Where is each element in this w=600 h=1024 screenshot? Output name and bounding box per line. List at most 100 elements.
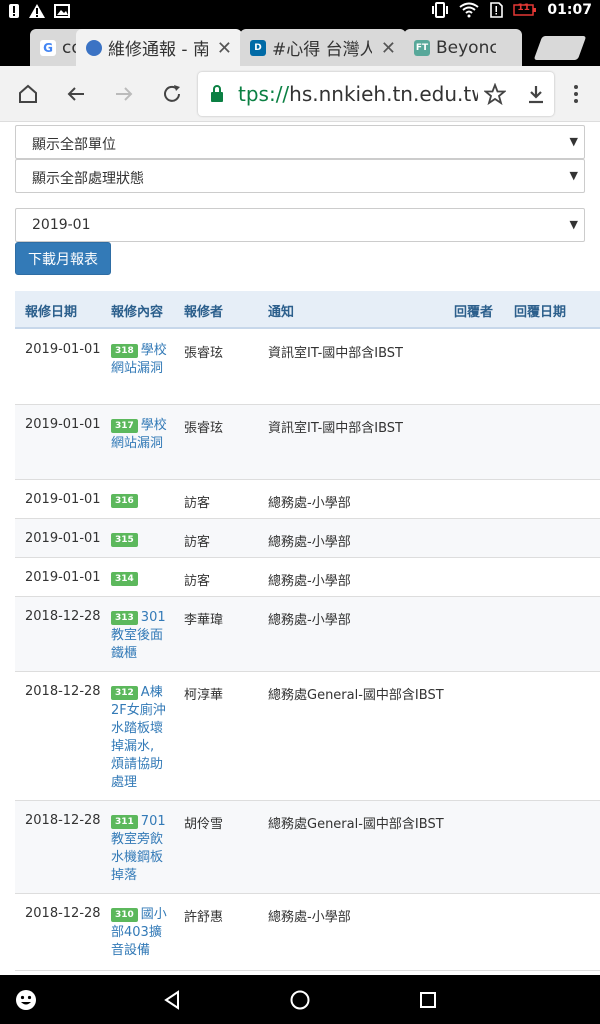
recents-nav-button[interactable]: [414, 987, 442, 1013]
cell-content-link[interactable]: 315: [111, 531, 169, 549]
clock: 01:07: [547, 2, 592, 18]
cell-notify: 總務處-小學部: [268, 574, 351, 589]
ticket-number-badge: 315: [111, 532, 138, 547]
header-content: 報修內容: [111, 305, 164, 320]
cell-reporter: 張睿玹: [184, 421, 224, 436]
cell-content-link[interactable]: 310 國小部403擴音設備: [111, 906, 169, 960]
cell-notify: 總務處General-國中部含IBST: [268, 688, 444, 703]
tab-repair-report[interactable]: 維修通報 - 南 ✕: [76, 29, 242, 66]
unit-filter-select[interactable]: 顯示全部單位 ▼: [15, 125, 585, 159]
cell-content-link[interactable]: 313 301教室後面鐵櫃: [111, 609, 169, 663]
cell-notify: 總務處-小學部: [268, 613, 351, 628]
home-button[interactable]: [14, 80, 42, 108]
url-host: hs.nnkieh.tn.edu.tw: [289, 82, 478, 106]
cell-notify: 總務處-小學部: [268, 910, 351, 925]
image-icon: [54, 3, 70, 19]
back-triangle-icon: [164, 990, 179, 1010]
vibrate-icon: [431, 2, 449, 18]
table-row: 2018-12-28 310 國小部403擴音設備 許舒惠 總務處-小學部: [15, 894, 600, 971]
cell-content-link[interactable]: 317 學校網站漏洞: [111, 417, 169, 453]
warning-icon: [28, 3, 46, 19]
download-page-button[interactable]: [522, 80, 550, 108]
tab-ft[interactable]: FT Beyonc: [404, 29, 522, 66]
back-arrow-icon: [67, 87, 84, 101]
ticket-number-badge: 318: [111, 343, 138, 358]
tab-title: Beyonc: [436, 37, 496, 58]
header-reply-date: 回覆日期: [514, 305, 567, 320]
forward-arrow-icon: [116, 87, 133, 101]
reload-icon: [164, 85, 180, 102]
battery-level: 11: [517, 3, 530, 13]
header-reporter: 報修者: [184, 305, 224, 320]
reload-button[interactable]: [158, 80, 186, 108]
content-text: A棟2F女廁沖水踏板壞掉漏水, 煩請協助處理: [111, 685, 166, 790]
system-nav-bar: [0, 975, 600, 1024]
close-tab-icon[interactable]: ✕: [381, 38, 396, 59]
google-icon: G: [40, 39, 56, 56]
forward-button[interactable]: [110, 80, 138, 108]
back-nav-button[interactable]: [158, 987, 186, 1013]
header-notify: 通知: [268, 305, 295, 320]
table-row: 2019-01-01 316 訪客 總務處-小學部: [15, 480, 600, 519]
recents-square-icon: [420, 992, 436, 1008]
address-bar[interactable]: tps://hs.nnkieh.tn.edu.tw: [198, 72, 554, 116]
cell-date: 2019-01-01: [25, 531, 101, 546]
tab-strip: G co 維修通報 - 南 ✕ D #心得 台灣人 ✕ FT Beyonc: [0, 24, 600, 66]
cell-reporter: 訪客: [184, 496, 211, 511]
cell-content-link[interactable]: 312 A棟2F女廁沖水踏板壞掉漏水, 煩請協助處理: [111, 684, 169, 792]
select-value: 顯示全部處理狀態: [32, 171, 144, 187]
cell-reporter: 胡伶雪: [184, 817, 224, 832]
tab-title: #心得 台灣人: [272, 40, 372, 60]
tab-dcard[interactable]: D #心得 台灣人 ✕: [240, 29, 406, 66]
bookmark-star-icon[interactable]: [484, 83, 506, 105]
dcard-icon: D: [250, 39, 266, 56]
cell-reporter: 柯淳華: [184, 688, 224, 703]
ticket-number-badge: 313: [111, 610, 138, 625]
cell-content-link[interactable]: 316: [111, 492, 169, 510]
new-tab-button[interactable]: [533, 36, 587, 60]
ticket-number-badge: 314: [111, 571, 138, 586]
lock-icon: [210, 85, 224, 103]
cell-reporter: 李華瑋: [184, 613, 224, 628]
status-filter-select[interactable]: 顯示全部處理狀態 ▼: [15, 159, 585, 193]
home-nav-button[interactable]: [286, 987, 314, 1013]
cell-content-link[interactable]: 314: [111, 570, 169, 588]
browser-toolbar: tps://hs.nnkieh.tn.edu.tw: [0, 66, 600, 122]
cell-reporter: 許舒惠: [184, 910, 224, 925]
cell-date: 2018-12-28: [25, 906, 101, 921]
tab-title: 維修通報 - 南: [108, 40, 208, 60]
url-scheme: tps://: [238, 82, 290, 106]
cell-notify: 總務處-小學部: [268, 535, 351, 550]
wifi-icon: [459, 2, 480, 18]
cell-date: 2019-01-01: [25, 342, 101, 357]
menu-button[interactable]: [562, 80, 590, 108]
cell-date: 2019-01-01: [25, 570, 101, 585]
assistant-button[interactable]: [12, 987, 40, 1013]
table-row: 2018-12-28 311 701教室旁飲水機鋼板掉落 胡伶雪 總務處General-…: [15, 801, 600, 894]
table-row: 2018-12-28 312 A棟2F女廁沖水踏板壞掉漏水, 煩請協助處理 柯淳華 總務…: [15, 672, 600, 801]
home-circle-icon: [290, 990, 310, 1010]
smiley-icon: [16, 990, 36, 1010]
download-monthly-report-button[interactable]: 下載月報表: [15, 242, 111, 275]
header-replier: 回覆者: [454, 305, 494, 320]
alert-notification-icon: [8, 3, 20, 19]
table-header: 報修日期 報修內容 報修者 通知 回覆者 回覆日期: [15, 291, 600, 329]
table-row: 2019-01-01 317 學校網站漏洞 張睿玹 資訊室IT-國中部含IBST: [15, 405, 600, 480]
page-content: 顯示全部單位 ▼ 顯示全部處理狀態 ▼ 2019-01 ▼ 下載月報表 報修日期…: [0, 123, 600, 975]
header-date: 報修日期: [25, 305, 78, 320]
more-vert-icon: [574, 85, 578, 103]
table-row: 2019-01-01 314 訪客 總務處-小學部: [15, 558, 600, 597]
cell-date: 2018-12-28: [25, 813, 101, 828]
cell-content-link[interactable]: 311 701教室旁飲水機鋼板掉落: [111, 813, 169, 885]
back-button[interactable]: [62, 80, 90, 108]
table-row: 2018-12-28 313 301教室後面鐵櫃 李華瑋 總務處-小學部: [15, 597, 600, 672]
select-value: 顯示全部單位: [32, 137, 116, 153]
cell-content-link[interactable]: 318 學校網站漏洞: [111, 342, 169, 378]
cell-date: 2019-01-01: [25, 492, 101, 507]
close-tab-icon[interactable]: ✕: [217, 38, 232, 59]
globe-icon: [86, 39, 102, 56]
cell-notify: 資訊室IT-國中部含IBST: [268, 421, 403, 436]
month-select[interactable]: 2019-01 ▼: [15, 208, 585, 242]
dropdown-arrow-icon: ▼: [569, 218, 578, 231]
ticket-number-badge: 311: [111, 814, 138, 829]
